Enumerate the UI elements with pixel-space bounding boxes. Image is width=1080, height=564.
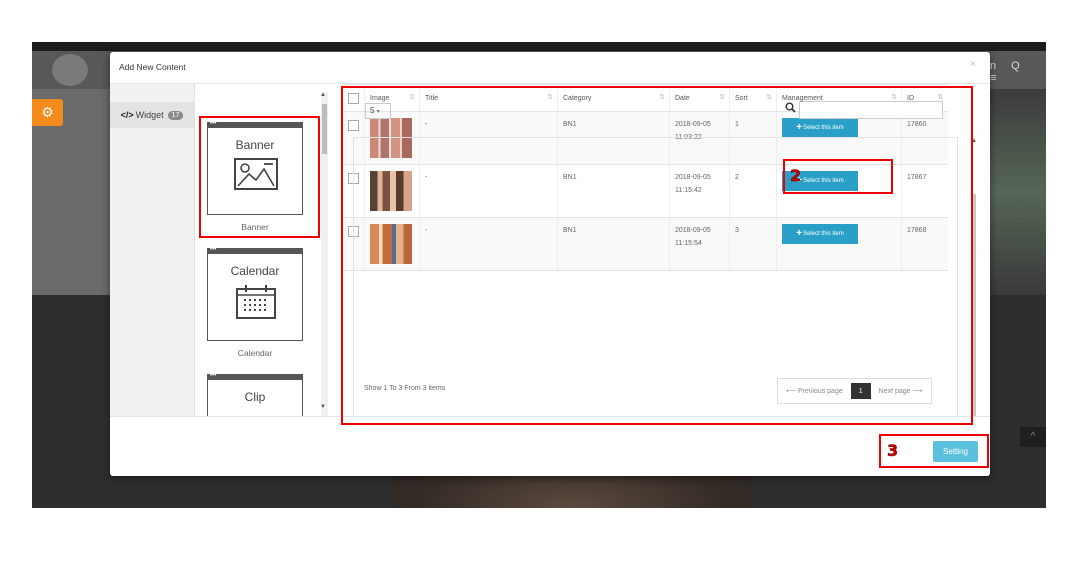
scroll-top-button[interactable]: ^ bbox=[1020, 427, 1046, 447]
widget-caption-calendar: Calendar bbox=[237, 348, 273, 358]
scroll-up-icon[interactable]: ▲ bbox=[320, 92, 326, 98]
gears-icon[interactable]: ⚙ bbox=[32, 99, 63, 126]
site-topbar bbox=[32, 42, 1046, 51]
tab-column: </> Widget 17 bbox=[110, 84, 195, 416]
site-logo bbox=[52, 54, 88, 86]
site-nav-icons[interactable]: n Q ≡ bbox=[990, 60, 1046, 84]
annotation-step-3: 3 bbox=[887, 441, 899, 461]
widget-card-calendar[interactable]: ••• Calendar bbox=[207, 247, 303, 341]
annotation-box-banner-widget bbox=[199, 116, 320, 238]
scroll-down-icon[interactable]: ▼ bbox=[320, 404, 326, 410]
close-icon[interactable]: × bbox=[970, 59, 976, 70]
calendar-icon bbox=[236, 285, 276, 319]
site-hero-right bbox=[990, 89, 1046, 295]
modal-title: Add New Content bbox=[119, 62, 186, 72]
widget-list-scroll-thumb[interactable] bbox=[322, 104, 327, 154]
tab-widget[interactable]: </> Widget 17 bbox=[110, 102, 194, 128]
annotation-step-2: 2 bbox=[790, 166, 802, 186]
widget-count-badge: 17 bbox=[167, 110, 184, 120]
annotation-box-table bbox=[341, 86, 973, 425]
widget-card-clip[interactable]: ••• Clip bbox=[207, 373, 303, 416]
code-icon: </> bbox=[120, 110, 134, 120]
widget-card-title: Calendar bbox=[230, 264, 280, 278]
widget-card-title: Clip bbox=[244, 390, 266, 404]
tab-widget-label: Widget bbox=[135, 110, 164, 120]
